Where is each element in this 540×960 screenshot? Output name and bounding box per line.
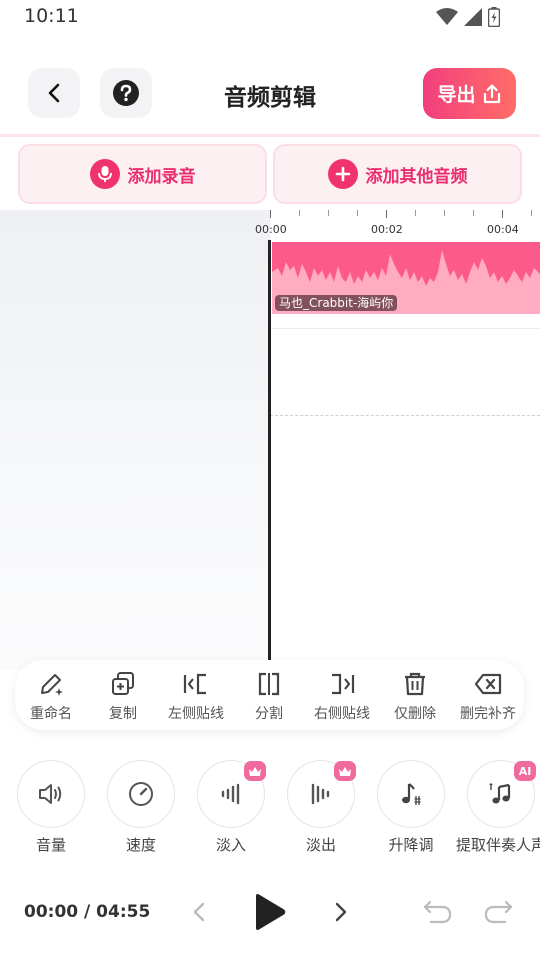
trash-icon xyxy=(405,672,425,696)
fade-out-button[interactable]: 淡出 xyxy=(276,760,366,855)
add-recording-button[interactable]: 添加录音 xyxy=(18,144,267,204)
pitch-label: 升降调 xyxy=(388,836,434,854)
export-label: 导出 xyxy=(437,84,476,106)
split-label: 分割 xyxy=(255,706,283,722)
header-bar: 音频剪辑 导出 xyxy=(0,60,540,126)
ruler-tick xyxy=(415,210,416,216)
snap-left-button[interactable]: 左侧贴线 xyxy=(156,670,236,723)
plus-icon xyxy=(327,159,358,189)
ruler-tick xyxy=(299,210,300,216)
track-divider xyxy=(270,328,540,329)
ruler-label: 00:00 xyxy=(255,223,287,236)
chevron-right-icon xyxy=(335,902,347,922)
redo-button[interactable] xyxy=(480,896,516,928)
export-button[interactable]: 导出 xyxy=(423,68,516,119)
snap-right-button[interactable]: 右侧贴线 xyxy=(302,670,382,723)
edit-toolbar: 重命名 复制 左侧贴线 分割 右侧贴线 仅删除 删完补齐 xyxy=(15,660,524,730)
delete-only-button[interactable]: 仅删除 xyxy=(375,670,455,723)
audio-editor-screen: 10:11 音频剪辑 导出 添加录音 添加其他音频 00:00 00:02 00… xyxy=(0,0,540,960)
copy-label: 复制 xyxy=(109,706,137,722)
extract-vocals-label: 提取伴奏人声 xyxy=(456,836,540,854)
microphone-icon xyxy=(89,159,120,189)
snap-right-label: 右侧贴线 xyxy=(314,706,370,722)
ruler-label: 00:04 xyxy=(487,223,519,236)
ruler-tick xyxy=(444,210,445,216)
share-icon xyxy=(483,83,500,103)
fade-out-icon xyxy=(311,783,330,805)
ruler-tick xyxy=(270,210,271,218)
ruler-label: 00:02 xyxy=(371,223,403,236)
undo-button[interactable] xyxy=(420,896,456,928)
track-dashed-divider xyxy=(270,415,540,416)
wifi-icon xyxy=(436,8,458,25)
crown-badge-icon xyxy=(334,761,356,781)
rename-label: 重命名 xyxy=(30,706,72,722)
ruler-tick xyxy=(473,210,474,216)
extract-vocals-button[interactable]: AI 提取伴奏人声 xyxy=(456,760,540,855)
fade-in-circle xyxy=(197,760,266,828)
play-button[interactable] xyxy=(248,892,290,932)
snap-left-icon xyxy=(183,673,206,695)
delete-fill-label: 删完补齐 xyxy=(460,706,516,722)
split-icon xyxy=(258,672,280,696)
fade-in-label: 淡入 xyxy=(215,836,246,854)
add-other-audio-button[interactable]: 添加其他音频 xyxy=(273,144,522,204)
speed-label: 速度 xyxy=(125,836,156,854)
copy-icon xyxy=(112,672,134,695)
pitch-icon xyxy=(402,783,421,805)
ruler-tick xyxy=(502,210,503,218)
copy-button[interactable]: 复制 xyxy=(83,670,163,723)
volume-icon xyxy=(39,784,62,804)
audio-clip[interactable]: 马也_Crabbit-海屿你 xyxy=(272,242,540,314)
next-button[interactable] xyxy=(328,898,354,926)
volume-circle xyxy=(17,760,85,828)
pitch-button[interactable]: 升降调 xyxy=(366,760,456,855)
undo-icon xyxy=(423,900,452,924)
extract-vocals-circle: AI xyxy=(467,760,536,828)
speed-circle xyxy=(107,760,175,828)
clip-name: 马也_Crabbit-海屿你 xyxy=(275,295,398,311)
add-other-audio-label: 添加其他音频 xyxy=(365,166,468,187)
volume-button[interactable]: 音量 xyxy=(6,760,96,855)
delete-only-label: 仅删除 xyxy=(394,706,436,722)
redo-icon xyxy=(484,900,513,924)
time-ruler[interactable]: 00:00 00:02 00:04 xyxy=(255,210,540,240)
speed-button[interactable]: 速度 xyxy=(96,760,186,855)
battery-icon xyxy=(488,7,500,27)
split-button[interactable]: 分割 xyxy=(229,670,309,723)
fade-in-button[interactable]: 淡入 xyxy=(186,760,276,855)
extract-icon xyxy=(489,783,511,804)
track-header-panel xyxy=(0,210,270,670)
snap-left-label: 左侧贴线 xyxy=(168,706,224,722)
play-icon xyxy=(256,894,286,930)
ruler-tick xyxy=(357,210,358,216)
ruler-tick xyxy=(531,210,532,216)
fade-out-circle xyxy=(287,760,356,828)
ai-badge: AI xyxy=(514,761,536,781)
header-divider xyxy=(0,134,540,137)
volume-label: 音量 xyxy=(35,836,66,854)
snap-right-icon xyxy=(332,673,355,695)
speed-icon xyxy=(129,782,153,806)
add-recording-label: 添加录音 xyxy=(127,166,196,187)
delete-fill-icon xyxy=(474,673,502,695)
fade-out-label: 淡出 xyxy=(305,836,336,854)
pitch-circle xyxy=(377,760,445,828)
delete-fill-button[interactable]: 删完补齐 xyxy=(448,670,528,723)
ruler-tick xyxy=(328,210,329,216)
chevron-left-icon xyxy=(193,902,205,922)
fade-in-icon xyxy=(221,783,240,805)
ruler-tick xyxy=(386,210,387,218)
rename-icon xyxy=(41,674,63,696)
signal-icon xyxy=(464,8,482,26)
rename-button[interactable]: 重命名 xyxy=(11,670,91,723)
crown-badge-icon xyxy=(244,761,266,781)
previous-button[interactable] xyxy=(186,898,212,926)
status-icons xyxy=(436,7,500,27)
status-bar: 10:11 xyxy=(0,0,540,34)
playhead[interactable] xyxy=(268,240,271,670)
time-readout: 00:00 / 04:55 xyxy=(24,902,151,922)
status-time: 10:11 xyxy=(24,5,79,27)
